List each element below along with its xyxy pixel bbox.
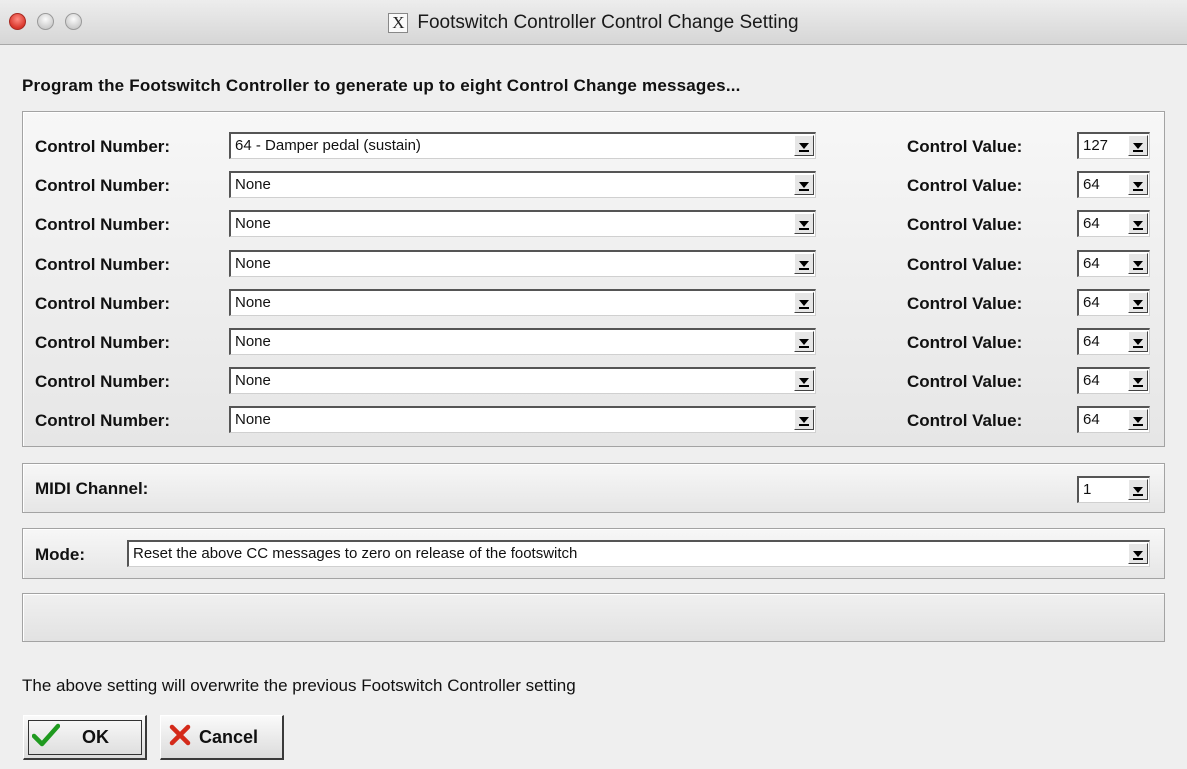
dropdown-arrow-icon[interactable]	[794, 253, 814, 274]
dropdown-arrow-icon[interactable]	[1128, 479, 1148, 500]
control-number-value: None	[235, 215, 271, 232]
control-number-label: Control Number:	[35, 137, 171, 156]
control-number-select[interactable]: None	[229, 328, 816, 355]
control-number-label: Control Number:	[35, 294, 171, 313]
control-value-label: Control Value:	[907, 411, 1023, 430]
dropdown-arrow-icon[interactable]	[794, 135, 814, 156]
control-value-select[interactable]: 64	[1077, 250, 1150, 277]
control-number-label: Control Number:	[35, 372, 171, 391]
dropdown-arrow-icon[interactable]	[794, 292, 814, 313]
control-number-value: None	[235, 294, 271, 311]
dropdown-arrow-icon[interactable]	[794, 409, 814, 430]
control-value-label: Control Value:	[907, 333, 1023, 352]
control-number-value: None	[235, 372, 271, 389]
control-value-label: Control Value:	[907, 176, 1023, 195]
control-number-select[interactable]: None	[229, 171, 816, 198]
mode-value: Reset the above CC messages to zero on r…	[133, 545, 578, 562]
dropdown-arrow-icon[interactable]	[1128, 213, 1148, 234]
mode-label: Mode:	[35, 545, 86, 564]
x-icon	[169, 724, 191, 751]
control-number-value: None	[235, 176, 271, 193]
control-number-select[interactable]: None	[229, 406, 816, 433]
control-value-select[interactable]: 64	[1077, 289, 1150, 316]
dropdown-arrow-icon[interactable]	[794, 331, 814, 352]
control-number-select[interactable]: None	[229, 250, 816, 277]
page-heading: Program the Footswitch Controller to gen…	[22, 76, 741, 95]
control-number-value: None	[235, 411, 271, 428]
window-title: Footswitch Controller Control Change Set…	[417, 11, 799, 33]
control-value-select[interactable]: 64	[1077, 210, 1150, 237]
control-value-label: Control Value:	[907, 255, 1023, 274]
control-number-value: None	[235, 333, 271, 350]
window-title-wrap: X Footswitch Controller Control Change S…	[0, 0, 1187, 45]
dropdown-arrow-icon[interactable]	[1128, 543, 1148, 564]
control-number-label: Control Number:	[35, 333, 171, 352]
dropdown-arrow-icon[interactable]	[1128, 409, 1148, 430]
control-number-label: Control Number:	[35, 215, 171, 234]
control-value-select[interactable]: 127	[1077, 132, 1150, 159]
x11-icon: X	[388, 12, 409, 33]
dropdown-arrow-icon[interactable]	[1128, 174, 1148, 195]
cancel-button[interactable]: Cancel	[160, 715, 284, 760]
checkmark-icon	[31, 723, 61, 752]
ok-button[interactable]: OK	[23, 715, 147, 760]
control-value-select[interactable]: 64	[1077, 328, 1150, 355]
mode-select[interactable]: Reset the above CC messages to zero on r…	[127, 540, 1150, 567]
midi-channel-label: MIDI Channel:	[35, 479, 149, 498]
control-number-select[interactable]: None	[229, 210, 816, 237]
midi-channel-select[interactable]: 1	[1077, 476, 1150, 503]
dropdown-arrow-icon[interactable]	[1128, 135, 1148, 156]
control-value-select[interactable]: 64	[1077, 367, 1150, 394]
dropdown-arrow-icon[interactable]	[1128, 370, 1148, 391]
status-panel	[22, 593, 1165, 642]
dropdown-arrow-icon[interactable]	[1128, 253, 1148, 274]
control-number-label: Control Number:	[35, 176, 171, 195]
dropdown-arrow-icon[interactable]	[1128, 292, 1148, 313]
overwrite-notice: The above setting will overwrite the pre…	[22, 676, 576, 695]
mode-panel: Mode: Reset the above CC messages to zer…	[22, 528, 1165, 579]
control-value-label: Control Value:	[907, 372, 1023, 391]
control-number-label: Control Number:	[35, 255, 171, 274]
midi-channel-panel: MIDI Channel: 1	[22, 463, 1165, 513]
title-bar: X Footswitch Controller Control Change S…	[0, 0, 1187, 45]
dropdown-arrow-icon[interactable]	[794, 174, 814, 195]
control-number-value: 64 - Damper pedal (sustain)	[235, 137, 421, 154]
control-number-select[interactable]: None	[229, 367, 816, 394]
control-number-select[interactable]: None	[229, 289, 816, 316]
ok-button-label: OK	[82, 726, 109, 747]
control-change-panel: Control Number: 64 - Damper pedal (sustai…	[22, 111, 1165, 447]
control-value-label: Control Value:	[907, 294, 1023, 313]
control-number-select[interactable]: 64 - Damper pedal (sustain)	[229, 132, 816, 159]
control-value-select[interactable]: 64	[1077, 171, 1150, 198]
cancel-button-label: Cancel	[199, 726, 259, 747]
control-value-label: Control Value:	[907, 215, 1023, 234]
dropdown-arrow-icon[interactable]	[794, 213, 814, 234]
control-number-value: None	[235, 255, 271, 272]
control-number-label: Control Number:	[35, 411, 171, 430]
control-value-label: Control Value:	[907, 137, 1023, 156]
control-value-select[interactable]: 64	[1077, 406, 1150, 433]
dropdown-arrow-icon[interactable]	[1128, 331, 1148, 352]
dropdown-arrow-icon[interactable]	[794, 370, 814, 391]
